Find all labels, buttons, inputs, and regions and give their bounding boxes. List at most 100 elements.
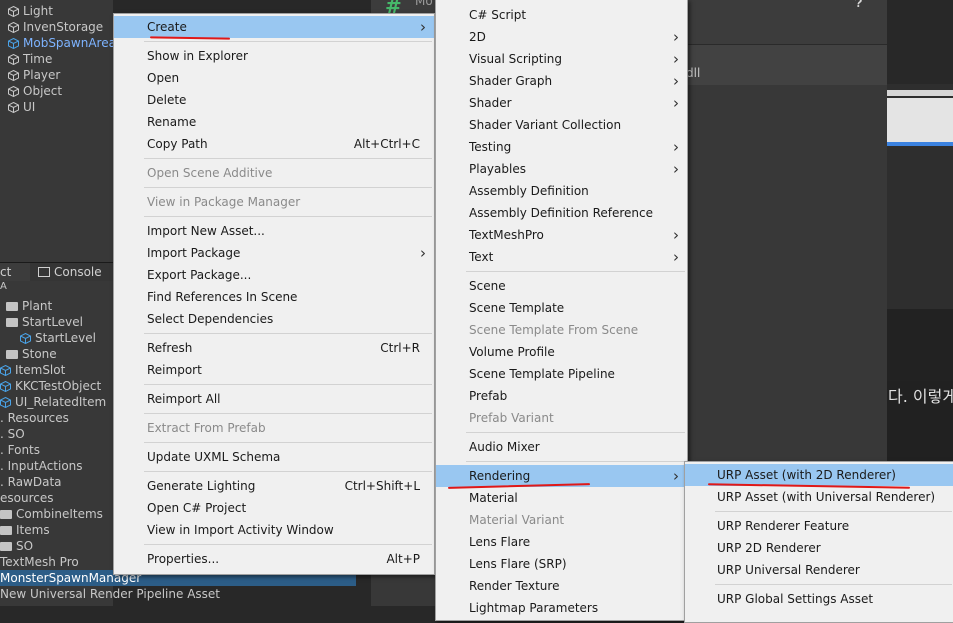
menu-item-label: Scene Template Pipeline xyxy=(469,367,615,381)
menu-item-label: Export Package... xyxy=(147,268,252,282)
hierarchy-item[interactable]: Player xyxy=(0,67,60,83)
menu-item[interactable]: URP Renderer Feature xyxy=(685,515,953,537)
menu-item[interactable]: Reimport All xyxy=(114,388,434,410)
menu-item-label: Playables xyxy=(469,162,526,176)
project-item-label: StartLevel xyxy=(22,315,83,329)
menu-item[interactable]: Assembly Definition Reference xyxy=(436,202,687,224)
menu-item[interactable]: Render Texture xyxy=(436,575,687,597)
folder-icon xyxy=(0,542,12,551)
menu-item[interactable]: Open xyxy=(114,67,434,89)
project-item[interactable]: . Resources xyxy=(0,410,113,426)
project-item[interactable]: UI_RelatedItem xyxy=(0,394,113,410)
hierarchy-item[interactable]: Object xyxy=(0,83,62,99)
menu-item[interactable]: Lens Flare xyxy=(436,531,687,553)
menu-item[interactable]: 2D › xyxy=(436,26,687,48)
menu-item[interactable]: Scene Template Pipeline xyxy=(436,363,687,385)
menu-item[interactable]: View in Import Activity Window xyxy=(114,519,434,541)
hierarchy-item[interactable]: Light xyxy=(0,3,53,19)
menu-item-shortcut: Ctrl+Shift+L xyxy=(344,479,420,493)
menu-item[interactable]: Reimport xyxy=(114,359,434,381)
tab-console[interactable]: Console xyxy=(30,263,113,282)
menu-item[interactable]: Export Package... xyxy=(114,264,434,286)
menu-item[interactable]: Copy Path Alt+Ctrl+C xyxy=(114,133,434,155)
menu-item[interactable]: Delete xyxy=(114,89,434,111)
project-item[interactable]: New Universal Render Pipeline Asset xyxy=(0,586,220,602)
menu-item[interactable]: Assembly Definition xyxy=(436,180,687,202)
project-item[interactable]: . InputActions xyxy=(0,458,113,474)
project-search[interactable]: A xyxy=(0,281,7,293)
menu-item[interactable]: Select Dependencies xyxy=(114,308,434,330)
project-item[interactable]: CombineItems xyxy=(0,506,113,522)
menu-item[interactable]: Visual Scripting › xyxy=(436,48,687,70)
project-item[interactable]: ItemSlot xyxy=(0,362,113,378)
menu-item-label: Import Package xyxy=(147,246,241,260)
menu-item[interactable]: Refresh Ctrl+R xyxy=(114,337,434,359)
menu-item[interactable]: Audio Mixer xyxy=(436,436,687,458)
menu-item[interactable]: Import New Asset... xyxy=(114,220,434,242)
project-item-label: ItemSlot xyxy=(15,363,66,377)
menu-item-label: C# Script xyxy=(469,8,527,22)
project-item[interactable]: . RawData xyxy=(0,474,113,490)
menu-item-label: Rename xyxy=(147,115,197,129)
hierarchy-item[interactable]: UI xyxy=(0,99,35,115)
menu-item[interactable]: URP Asset (with Universal Renderer) xyxy=(685,486,953,508)
menu-item[interactable]: URP Universal Renderer xyxy=(685,559,953,581)
menu-item[interactable]: Generate Lighting Ctrl+Shift+L xyxy=(114,475,434,497)
menu-item-label: Assembly Definition Reference xyxy=(469,206,654,220)
menu-item[interactable]: C# Script xyxy=(436,4,687,26)
menu-separator xyxy=(144,187,432,188)
hierarchy-item[interactable]: MobSpawnArea xyxy=(0,35,116,51)
menu-item[interactable]: Material xyxy=(436,487,687,509)
project-item[interactable]: SO xyxy=(0,538,113,554)
menu-item[interactable]: Properties... Alt+P xyxy=(114,548,434,570)
menu-item-label: Show in Explorer xyxy=(147,49,248,63)
project-item[interactable]: Plant xyxy=(0,298,119,314)
menu-item[interactable]: Shader › xyxy=(436,92,687,114)
menu-item[interactable]: Shader Graph › xyxy=(436,70,687,92)
project-item[interactable]: Items xyxy=(0,522,113,538)
menu-item[interactable]: Create › xyxy=(114,16,434,38)
menu-item-label: Import New Asset... xyxy=(147,224,265,238)
project-item[interactable]: esources xyxy=(0,490,113,506)
project-item[interactable]: KKCTestObject xyxy=(0,378,113,394)
menu-item[interactable]: URP Global Settings Asset xyxy=(685,588,953,610)
project-item[interactable]: . Fonts xyxy=(0,442,113,458)
help-icon[interactable]: ❓︎ xyxy=(855,0,862,11)
menu-item-label: Find References In Scene xyxy=(147,290,298,304)
menu-item[interactable]: Lightmap Parameters xyxy=(436,597,687,619)
tab-console-label: Console xyxy=(54,265,102,279)
menu-item[interactable]: URP 2D Renderer xyxy=(685,537,953,559)
menu-item[interactable]: Scene Template xyxy=(436,297,687,319)
menu-item[interactable]: Scene xyxy=(436,275,687,297)
menu-item[interactable]: Playables › xyxy=(436,158,687,180)
tab-project[interactable]: ct xyxy=(0,263,30,282)
menu-item-label: Properties... xyxy=(147,552,220,566)
menu-item[interactable]: Rename xyxy=(114,111,434,133)
chevron-right-icon: › xyxy=(673,72,679,90)
menu-item-label: Text xyxy=(469,250,494,264)
menu-item-label: Audio Mixer xyxy=(469,440,540,454)
menu-item[interactable]: Find References In Scene xyxy=(114,286,434,308)
menu-item[interactable]: Text › xyxy=(436,246,687,268)
hierarchy-item[interactable]: InvenStorage xyxy=(0,19,103,35)
project-item-label: CombineItems xyxy=(16,507,103,521)
menu-item[interactable]: Volume Profile xyxy=(436,341,687,363)
inspector-header-text: Mo xyxy=(415,0,433,8)
hierarchy-item[interactable]: Time xyxy=(0,51,52,67)
menu-item[interactable]: Shader Variant Collection xyxy=(436,114,687,136)
menu-item[interactable]: Import Package › xyxy=(114,242,434,264)
menu-item[interactable]: Show in Explorer xyxy=(114,45,434,67)
menu-item[interactable]: Update UXML Schema xyxy=(114,446,434,468)
menu-item[interactable]: Prefab xyxy=(436,385,687,407)
menu-item[interactable]: Open C# Project xyxy=(114,497,434,519)
menu-item[interactable]: TextMeshPro › xyxy=(436,224,687,246)
menu-separator xyxy=(715,511,952,512)
project-item-label: New Universal Render Pipeline Asset xyxy=(0,587,220,601)
project-item[interactable]: StartLevel xyxy=(0,314,119,330)
menu-item[interactable]: Lens Flare (SRP) xyxy=(436,553,687,575)
project-item[interactable]: Stone xyxy=(0,346,119,362)
project-item[interactable]: . SO xyxy=(0,426,113,442)
menu-item[interactable]: Testing › xyxy=(436,136,687,158)
project-item-label: Stone xyxy=(22,347,57,361)
project-item[interactable]: TextMesh Pro xyxy=(0,554,113,570)
